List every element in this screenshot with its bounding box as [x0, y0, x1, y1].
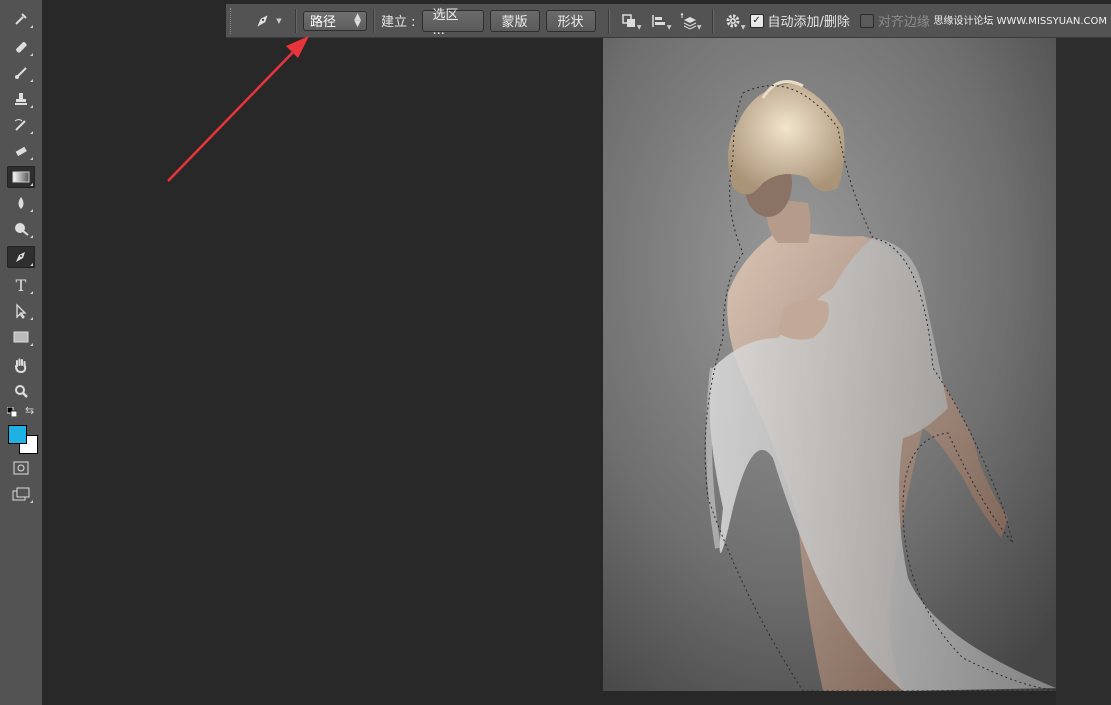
- annotation-arrow: [167, 36, 309, 182]
